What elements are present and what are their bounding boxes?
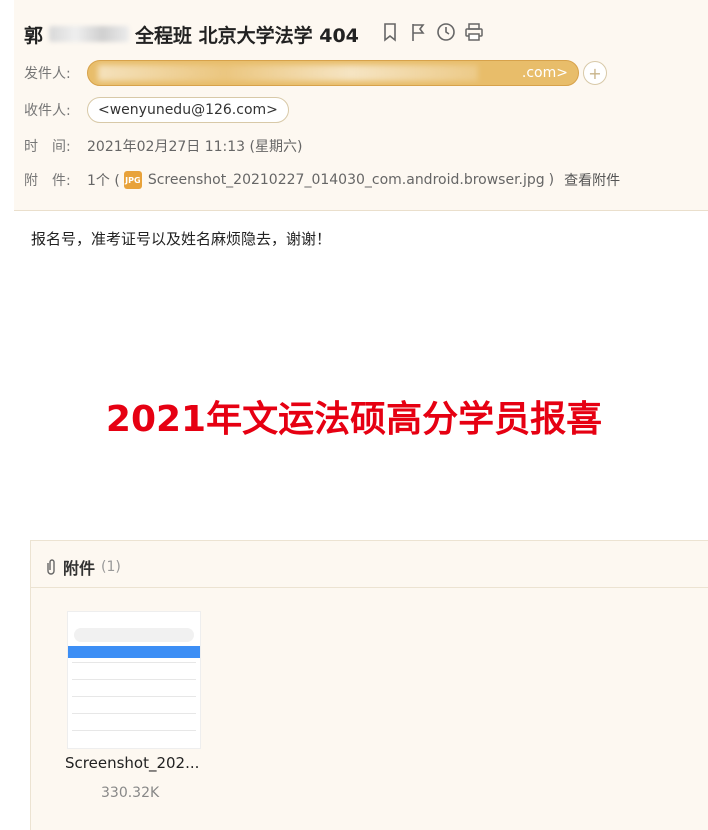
headline-banner: 2021年文运法硕高分学员报喜	[105, 399, 603, 440]
add-contact-button[interactable]: +	[583, 61, 607, 85]
attachment-label: 附 件:	[24, 173, 71, 189]
attachment-file-size: 330.32K	[101, 785, 160, 801]
attachments-divider	[31, 587, 708, 588]
thumb-row	[72, 713, 196, 714]
attachment-thumbnail[interactable]	[67, 611, 201, 749]
attachment-file-name[interactable]: Screenshot_202...	[65, 754, 199, 772]
attachment-row: 附 件: 1个 ( JPG Screenshot_20210227_014030…	[24, 170, 620, 190]
attachments-panel: 附件 (1) Screenshot_202... 330.32K	[30, 540, 708, 830]
mail-toolbar	[380, 22, 484, 42]
thumb-blue-banner	[68, 646, 200, 658]
time-label: 时 间:	[24, 139, 71, 155]
subject-prefix: 郭	[24, 24, 44, 47]
thumb-row	[72, 730, 196, 731]
attachments-header: 附件 (1)	[45, 555, 121, 579]
time-value: 2021年02月27日 11:13 (星期六)	[87, 139, 303, 155]
redacted-email	[98, 65, 478, 81]
attachments-title: 附件	[63, 559, 96, 578]
thumb-row	[72, 679, 196, 680]
subject-suffix: 全程班 北京大学法学 404	[135, 24, 359, 47]
from-row: 发件人: .com> +	[24, 60, 607, 86]
mail-subject: 郭 全程班 北京大学法学 404	[24, 20, 359, 48]
to-row: 收件人: <wenyunedu@126.com>	[24, 97, 289, 123]
print-icon[interactable]	[464, 22, 484, 42]
paperclip-icon	[47, 559, 55, 575]
mail-body-text: 报名号，准考证号以及姓名麻烦隐去，谢谢！	[31, 230, 332, 248]
attachments-count: (1)	[101, 559, 121, 575]
bookmark-icon[interactable]	[380, 22, 400, 42]
redacted-name	[49, 26, 130, 42]
time-row: 时 间: 2021年02月27日 11:13 (星期六)	[24, 136, 302, 156]
flag-icon[interactable]	[408, 22, 428, 42]
sender-pill[interactable]: .com>	[87, 60, 579, 86]
view-attachment-link[interactable]: 查看附件	[564, 170, 620, 190]
attachment-filename[interactable]: Screenshot_20210227_014030_com.android.b…	[148, 172, 545, 188]
thumb-row	[72, 696, 196, 697]
recipient-pill[interactable]: <wenyunedu@126.com>	[87, 97, 289, 123]
attachment-count: 1个 (	[87, 173, 120, 189]
jpg-file-icon: JPG	[123, 171, 142, 189]
to-label: 收件人:	[24, 103, 71, 119]
thumb-row	[72, 662, 196, 663]
from-label: 发件人:	[24, 66, 71, 82]
thumb-urlbar	[74, 628, 194, 642]
thumb-statusbar	[68, 612, 200, 626]
clock-icon[interactable]	[436, 22, 456, 42]
sender-tail: .com>	[521, 65, 568, 81]
attachment-close-paren: )	[548, 172, 555, 188]
